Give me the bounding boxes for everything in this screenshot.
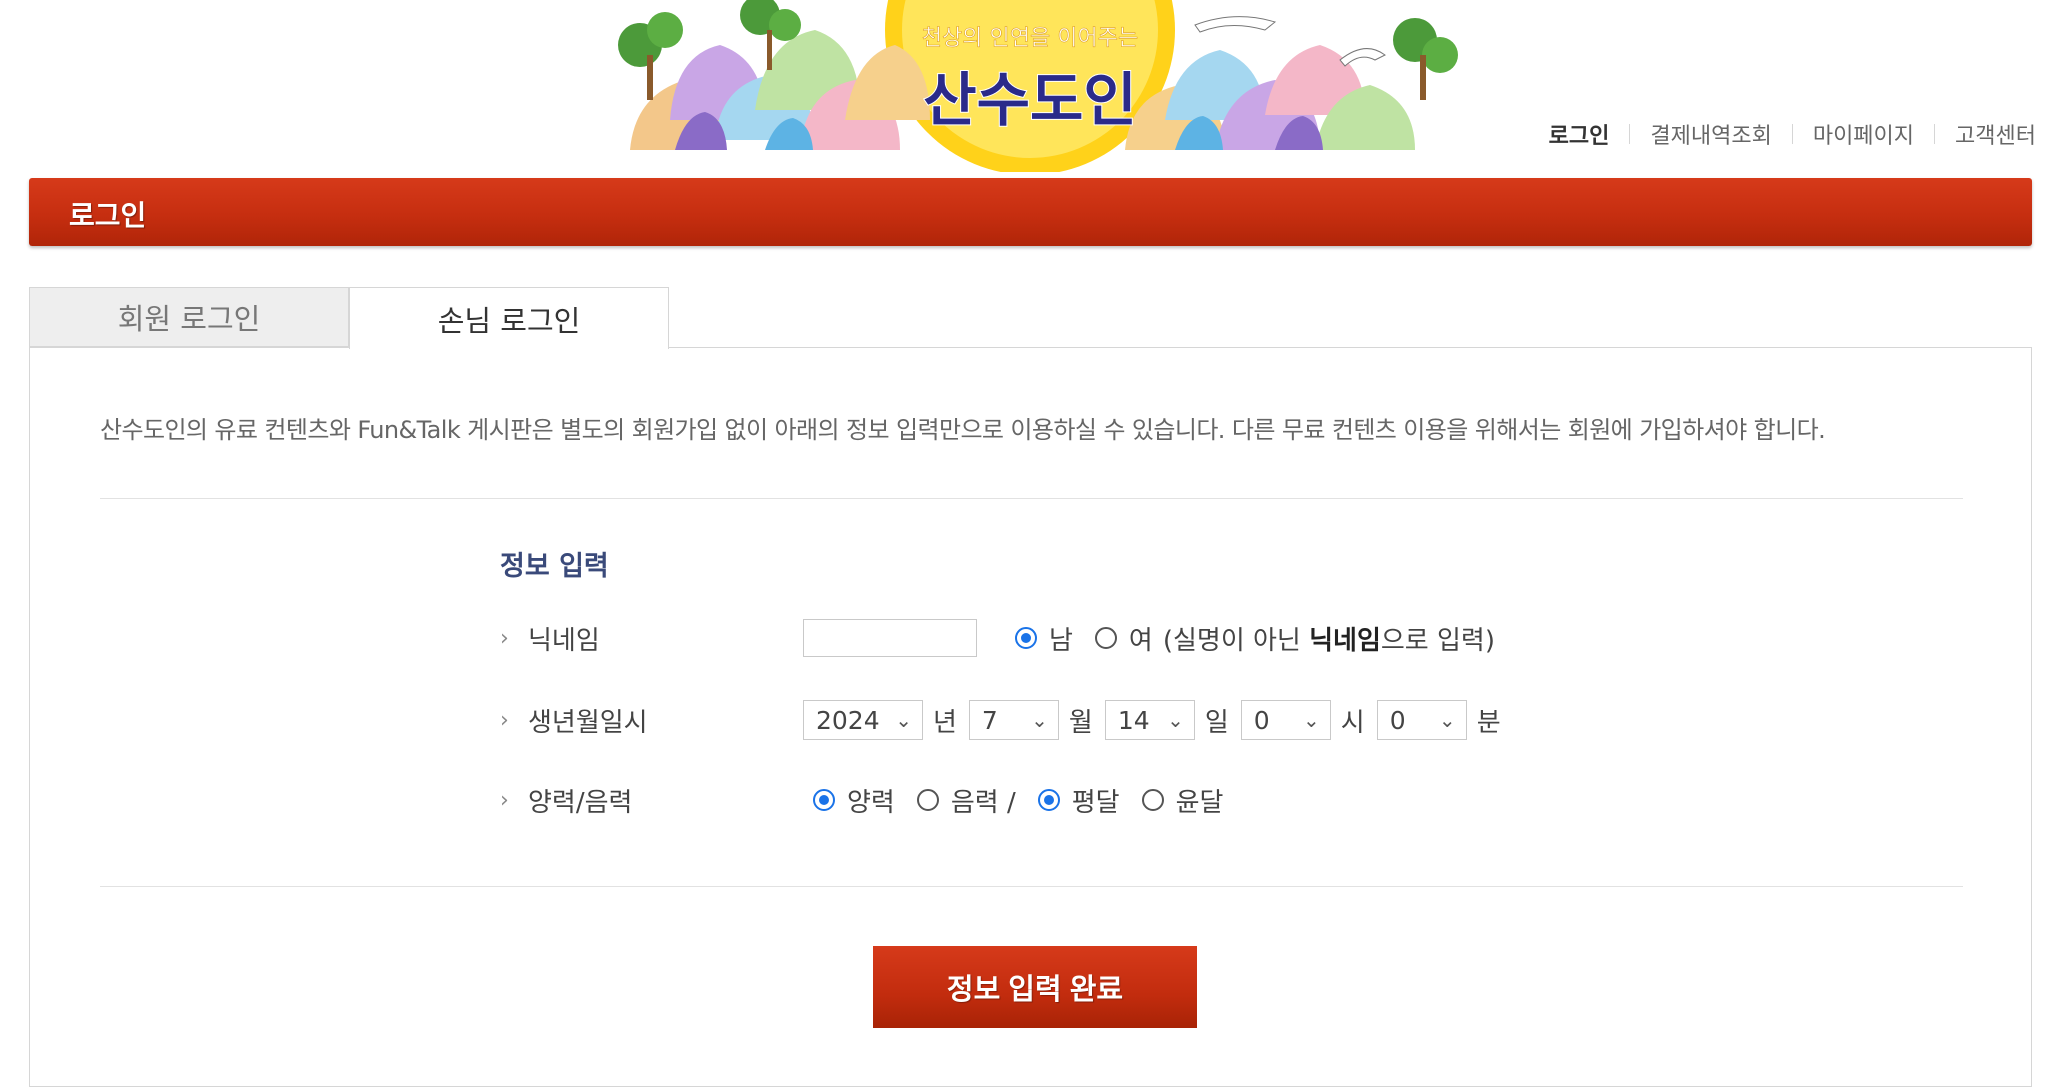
birth-row: › 생년월일시 2024 ⌄ 년 7 ⌄ 월 14 ⌄ 일 0 ⌄ 시 0 ⌄ 분 xyxy=(500,700,1513,740)
chevron-down-icon: ⌄ xyxy=(1031,708,1048,732)
day-unit: 일 xyxy=(1204,707,1229,738)
minute-unit: 분 xyxy=(1476,707,1501,738)
birth-minute-select[interactable]: 0 ⌄ xyxy=(1376,700,1467,740)
logo-tagline: 천상의 인연을 이어주는 xyxy=(922,26,1138,51)
normal-month-radio[interactable] xyxy=(1037,789,1060,811)
tab-member-login[interactable]: 회원 로그인 xyxy=(29,287,349,347)
nickname-hint-prefix: (실명이 아닌 xyxy=(1162,625,1310,656)
nav-payment-history[interactable]: 결제내역조회 xyxy=(1650,118,1771,150)
submit-info-button[interactable]: 정보 입력 완료 xyxy=(873,946,1197,1028)
gender-male-label: 남 xyxy=(1049,625,1073,656)
chevron-down-icon: ⌄ xyxy=(1438,708,1456,732)
calendar-row: › 양력/음력 양력 음력 / 평달 윤달 xyxy=(500,780,1245,820)
solar-radio[interactable] xyxy=(813,789,835,811)
birth-hour-select[interactable]: 0 ⌄ xyxy=(1240,700,1331,740)
nav-separator xyxy=(1934,124,1936,144)
normal-month-label: 평달 xyxy=(1071,787,1120,818)
month-unit: 월 xyxy=(1068,707,1093,738)
chevron-down-icon: ⌄ xyxy=(1167,708,1184,732)
logo-name: 산수도인 xyxy=(923,66,1136,134)
birth-label: 생년월일시 xyxy=(528,707,648,738)
chevron-down-icon: ⌄ xyxy=(895,708,912,732)
nickname-hint: (실명이 아닌 닉네임으로 입력) xyxy=(1163,620,1495,657)
nav-mypage[interactable]: 마이페이지 xyxy=(1813,118,1914,150)
birth-year-value: 2024 xyxy=(816,705,880,735)
nickname-hint-bold: 닉네임 xyxy=(1309,625,1381,656)
solar-label: 양력 xyxy=(847,787,895,818)
birth-day-value: 14 xyxy=(1117,705,1150,735)
gender-female-radio[interactable] xyxy=(1094,627,1117,649)
nickname-input[interactable] xyxy=(803,619,977,657)
birth-month-value: 7 xyxy=(981,705,998,735)
leap-month-label: 윤달 xyxy=(1175,787,1224,818)
lunar-radio[interactable] xyxy=(916,789,939,811)
birth-hour-value: 0 xyxy=(1253,705,1270,735)
top-navigation: 로그인 결제내역조회 마이페이지 고객센터 xyxy=(1549,118,2036,150)
leap-month-radio[interactable] xyxy=(1141,789,1164,811)
page-title-bar: 로그인 xyxy=(29,178,2032,246)
form-section-title: 정보 입력 xyxy=(500,551,609,582)
gender-female-label: 여 xyxy=(1128,625,1153,656)
nav-separator xyxy=(1791,124,1793,144)
chevron-right-icon: › xyxy=(500,625,509,651)
calendar-label: 양력/음력 xyxy=(528,787,633,818)
nickname-label: 닉네임 xyxy=(528,625,600,656)
birth-day-select[interactable]: 14 ⌄ xyxy=(1104,700,1195,740)
divider xyxy=(100,886,1963,887)
left-houses-illustration xyxy=(618,0,930,150)
divider xyxy=(100,498,1963,499)
nav-customer-center[interactable]: 고객센터 xyxy=(1955,118,2036,150)
nav-login[interactable]: 로그인 xyxy=(1549,118,1610,150)
header: 천상의 인연을 이어주는 산수도인 로그인 결제내역조회 마이페이지 고객센터 xyxy=(0,0,2058,175)
hour-unit: 시 xyxy=(1340,707,1365,738)
year-unit: 년 xyxy=(933,707,957,738)
birth-month-select[interactable]: 7 ⌄ xyxy=(968,700,1059,740)
right-houses-illustration xyxy=(1125,16,1458,150)
chevron-down-icon: ⌄ xyxy=(1303,708,1320,732)
birth-year-select[interactable]: 2024 ⌄ xyxy=(803,700,923,740)
guest-login-panel: 산수도인의 유료 컨텐츠와 Fun&Talk 게시판은 별도의 회원가입 없이 … xyxy=(29,347,2032,1087)
guest-login-notice: 산수도인의 유료 컨텐츠와 Fun&Talk 게시판은 별도의 회원가입 없이 … xyxy=(100,416,1826,444)
birth-minute-value: 0 xyxy=(1389,705,1406,735)
nickname-hint-suffix: 으로 입력) xyxy=(1380,625,1495,656)
tab-guest-login[interactable]: 손님 로그인 xyxy=(349,287,669,349)
nickname-row: › 닉네임 남 여 (실명이 아닌 닉네임으로 입력) xyxy=(500,618,1517,658)
site-logo-banner[interactable]: 천상의 인연을 이어주는 산수도인 xyxy=(575,0,1480,172)
gender-male-radio[interactable] xyxy=(1015,627,1037,649)
nav-separator xyxy=(1629,124,1631,144)
chevron-right-icon: › xyxy=(500,707,509,733)
chevron-right-icon: › xyxy=(500,787,509,813)
lunar-label: 음력 / xyxy=(950,787,1016,818)
page-title: 로그인 xyxy=(69,199,147,232)
